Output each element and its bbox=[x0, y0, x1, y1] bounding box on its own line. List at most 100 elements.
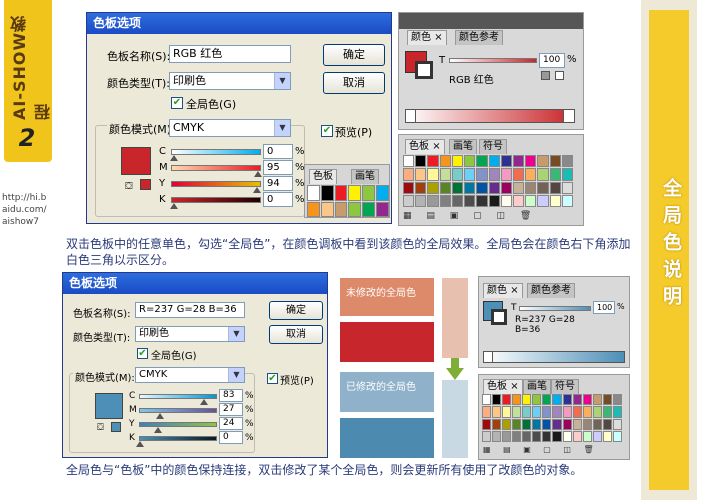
swatch-name-input[interactable]: R=237 G=28 B=36 bbox=[135, 302, 245, 318]
swatch-cell[interactable] bbox=[512, 418, 522, 430]
swatch-cell[interactable] bbox=[537, 155, 549, 168]
swatch-cell[interactable] bbox=[542, 430, 552, 442]
swatch-cell[interactable] bbox=[439, 181, 451, 194]
swatch-cell[interactable] bbox=[492, 430, 502, 442]
swatch-cell[interactable] bbox=[451, 168, 464, 181]
swatch-cell[interactable] bbox=[307, 201, 320, 217]
swatch-cell[interactable] bbox=[488, 155, 500, 168]
swatch-cell[interactable] bbox=[488, 181, 500, 194]
swatch-cell[interactable] bbox=[562, 394, 572, 406]
swatch-cell[interactable] bbox=[502, 418, 512, 430]
swatch-name-input[interactable]: RGB 红色 bbox=[169, 45, 291, 63]
swatch-cell[interactable] bbox=[602, 406, 612, 418]
slider-k-handle[interactable] bbox=[136, 441, 144, 447]
close-icon[interactable]: × bbox=[432, 141, 440, 152]
global-color-checkbox[interactable]: ✔ bbox=[137, 348, 148, 359]
swatch-cell[interactable] bbox=[572, 406, 582, 418]
swatch-cell[interactable] bbox=[482, 406, 492, 418]
tab-swatches[interactable]: 色板 bbox=[309, 169, 337, 184]
tint-ramp[interactable] bbox=[483, 351, 625, 363]
slider-c-handle[interactable] bbox=[200, 399, 208, 405]
swatch-cell[interactable] bbox=[512, 406, 522, 418]
swatch-cell[interactable] bbox=[464, 194, 476, 207]
swatch-cell[interactable] bbox=[492, 418, 502, 430]
tab-brushes[interactable]: 画笔 bbox=[351, 169, 379, 184]
swatch-cell[interactable] bbox=[522, 430, 532, 442]
swatch-cell[interactable] bbox=[502, 430, 512, 442]
swatch-cell[interactable] bbox=[500, 168, 512, 181]
swatch-cell[interactable] bbox=[482, 394, 492, 406]
swatch-cell[interactable] bbox=[525, 181, 537, 194]
swatch-cell[interactable] bbox=[542, 406, 552, 418]
slider-m-value[interactable]: 27 bbox=[219, 403, 243, 416]
swatch-cell[interactable] bbox=[403, 155, 415, 168]
swatch-cell[interactable] bbox=[512, 430, 522, 442]
close-icon[interactable]: × bbox=[510, 285, 518, 296]
slider-y-handle[interactable] bbox=[253, 187, 261, 193]
slider-y-value[interactable]: 94 bbox=[263, 176, 293, 191]
tab-symbols[interactable]: 符号 bbox=[551, 379, 579, 394]
tint-ramp[interactable] bbox=[405, 109, 575, 123]
swatch-cell[interactable] bbox=[522, 406, 532, 418]
slider-c-handle[interactable] bbox=[170, 155, 178, 161]
swatch-cell[interactable] bbox=[602, 418, 612, 430]
swatch-cell[interactable] bbox=[522, 394, 532, 406]
swatch-cell[interactable] bbox=[512, 181, 525, 194]
tint-slider[interactable] bbox=[519, 306, 591, 311]
color-mode-select[interactable]: CMYK ▼ bbox=[169, 119, 291, 137]
swatch-cell[interactable] bbox=[464, 155, 476, 168]
swatch-cell[interactable] bbox=[552, 430, 562, 442]
swatch-cell[interactable] bbox=[451, 155, 464, 168]
swatch-cell[interactable] bbox=[427, 181, 439, 194]
ok-button[interactable]: 确定 bbox=[323, 44, 385, 66]
swatch-cell[interactable] bbox=[612, 430, 622, 442]
swatch-cell[interactable] bbox=[582, 406, 592, 418]
swatch-cell[interactable] bbox=[334, 201, 348, 217]
panel-footer-icons[interactable]: ▦ ▤ ▣ ▢ ◫ 🗑 bbox=[483, 445, 623, 457]
swatch-cell[interactable] bbox=[415, 181, 427, 194]
swatch-cell[interactable] bbox=[612, 406, 622, 418]
swatch-cell[interactable] bbox=[307, 185, 320, 201]
slider-m[interactable] bbox=[139, 408, 217, 413]
swatch-cell[interactable] bbox=[582, 394, 592, 406]
global-color-checkbox[interactable]: ✔ bbox=[171, 97, 183, 109]
swatch-cell[interactable] bbox=[476, 155, 488, 168]
swatch-cell[interactable] bbox=[549, 181, 561, 194]
swatch-cell[interactable] bbox=[537, 194, 549, 207]
swatch-cell[interactable] bbox=[362, 201, 376, 217]
swatch-cell[interactable] bbox=[525, 155, 537, 168]
swatch-cell[interactable] bbox=[525, 194, 537, 207]
swatch-cell[interactable] bbox=[512, 168, 525, 181]
swatch-cell[interactable] bbox=[500, 155, 512, 168]
color-type-select[interactable]: 印刷色 ▼ bbox=[135, 326, 245, 342]
swatch-cell[interactable] bbox=[549, 155, 561, 168]
swatch-cell[interactable] bbox=[403, 168, 415, 181]
slider-m-value[interactable]: 95 bbox=[263, 160, 293, 175]
swatch-cell[interactable] bbox=[476, 181, 488, 194]
swatch-cell[interactable] bbox=[532, 418, 542, 430]
swatch-cell[interactable] bbox=[592, 430, 602, 442]
swatch-cell[interactable] bbox=[464, 181, 476, 194]
tab-symbols[interactable]: 符号 bbox=[479, 139, 507, 154]
swatch-cell[interactable] bbox=[464, 168, 476, 181]
swatch-cell[interactable] bbox=[542, 394, 552, 406]
swatch-cell[interactable] bbox=[488, 194, 500, 207]
slider-c-value[interactable]: 0 bbox=[263, 144, 293, 159]
slider-k[interactable] bbox=[139, 436, 217, 441]
tab-color-guide[interactable]: 颜色参考 bbox=[527, 283, 575, 298]
swatch-cell[interactable] bbox=[348, 201, 362, 217]
slider-m-handle[interactable] bbox=[156, 413, 164, 419]
white-swatch[interactable] bbox=[563, 110, 574, 122]
swatch-cell[interactable] bbox=[549, 168, 561, 181]
swatch-cell[interactable] bbox=[362, 185, 376, 201]
swatch-cell[interactable] bbox=[552, 406, 562, 418]
slider-y-handle[interactable] bbox=[154, 427, 162, 433]
swatch-cell[interactable] bbox=[512, 194, 525, 207]
swatch-cell[interactable] bbox=[542, 418, 552, 430]
preview-checkbox[interactable]: ✔ bbox=[267, 373, 278, 384]
swatch-cell[interactable] bbox=[492, 394, 502, 406]
swatch-cell[interactable] bbox=[549, 194, 561, 207]
tint-slider[interactable] bbox=[449, 58, 537, 63]
tab-brushes[interactable]: 画笔 bbox=[523, 379, 551, 394]
swatch-cell[interactable] bbox=[552, 394, 562, 406]
